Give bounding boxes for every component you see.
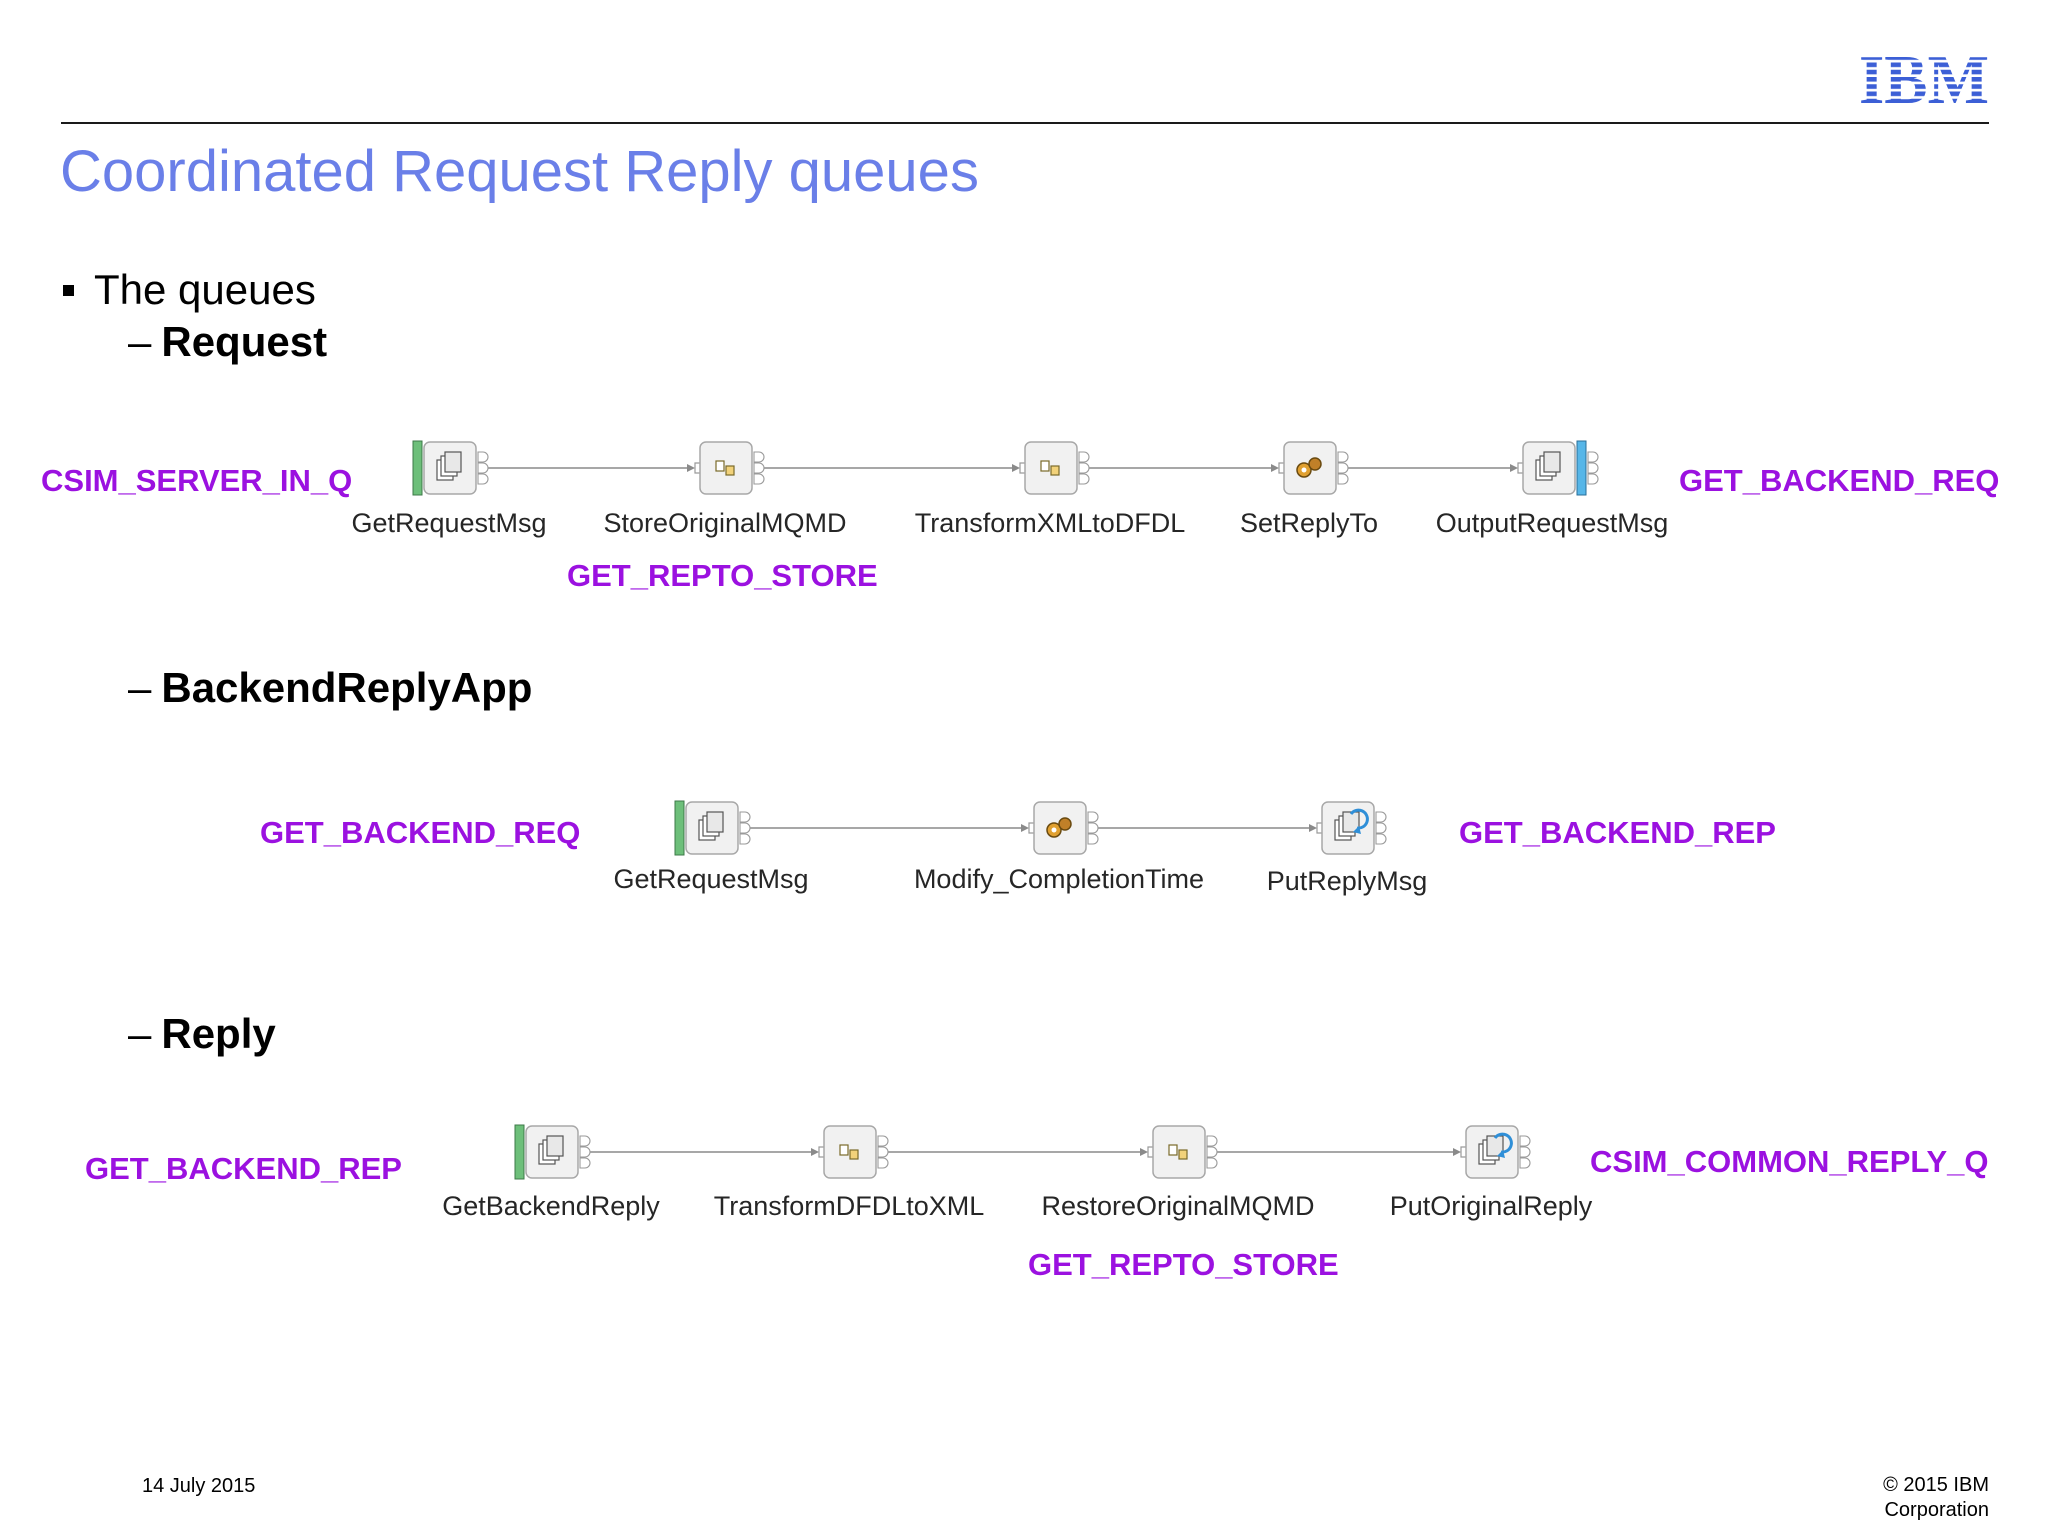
flow-connector xyxy=(749,822,1041,834)
flow-node-compute-icon[interactable] xyxy=(1152,1125,1218,1179)
flow-connector xyxy=(763,462,1032,474)
node-label: SetReplyTo xyxy=(1239,508,1379,538)
node-label: RestoreOriginalMQMD xyxy=(1041,1191,1315,1221)
flow-connector xyxy=(1216,1146,1473,1158)
flow-node-mq-input-icon[interactable] xyxy=(514,1124,591,1180)
node-label: GetBackendReply xyxy=(442,1191,660,1221)
copyright-line: © 2015 IBM xyxy=(1883,1474,1989,1496)
flow-node-compute-icon[interactable] xyxy=(823,1125,889,1179)
flow-node-gears-icon[interactable] xyxy=(1033,801,1099,855)
node-label: PutReplyMsg xyxy=(1266,866,1428,896)
copyright-line: Corporation xyxy=(1884,1499,1989,1521)
footer-date: 14 July 2015 xyxy=(142,1475,256,1497)
node-label: GetRequestMsg xyxy=(351,508,547,538)
flow-node-compute-icon[interactable] xyxy=(1024,441,1090,495)
mq-output-icon xyxy=(1535,451,1561,481)
message-flow-diagram xyxy=(412,440,1599,1180)
mq-input-icon xyxy=(538,1135,564,1165)
flow-connector xyxy=(1097,822,1329,834)
node-label: Modify_CompletionTime xyxy=(913,864,1205,894)
flow-node-mq-input-icon[interactable] xyxy=(412,440,489,496)
flow-connector xyxy=(487,462,707,474)
node-label: TransformXMLtoDFDL xyxy=(914,508,1186,538)
node-label: GetRequestMsg xyxy=(613,864,809,894)
flow-node-mq-reply-icon[interactable] xyxy=(1465,1125,1531,1179)
node-label: PutOriginalReply xyxy=(1389,1191,1593,1221)
flow-connector xyxy=(1347,462,1530,474)
mq-input-icon xyxy=(436,451,462,481)
flow-connector xyxy=(887,1146,1160,1158)
node-label: OutputRequestMsg xyxy=(1435,508,1669,538)
flow-node-mq-input-icon[interactable] xyxy=(674,800,751,856)
node-label: TransformDFDLtoXML xyxy=(713,1191,985,1221)
mq-input-icon xyxy=(698,811,724,841)
flow-node-gears-icon[interactable] xyxy=(1283,441,1349,495)
footer-copyright: © 2015 IBM Corporation xyxy=(1883,1473,1989,1523)
flow-connector xyxy=(589,1146,831,1158)
node-label: StoreOriginalMQMD xyxy=(603,508,847,538)
flow-node-mq-output-icon[interactable] xyxy=(1522,440,1599,496)
flow-node-mq-reply-icon[interactable] xyxy=(1321,801,1387,855)
flow-connector xyxy=(1088,462,1291,474)
flow-node-compute-icon[interactable] xyxy=(699,441,765,495)
